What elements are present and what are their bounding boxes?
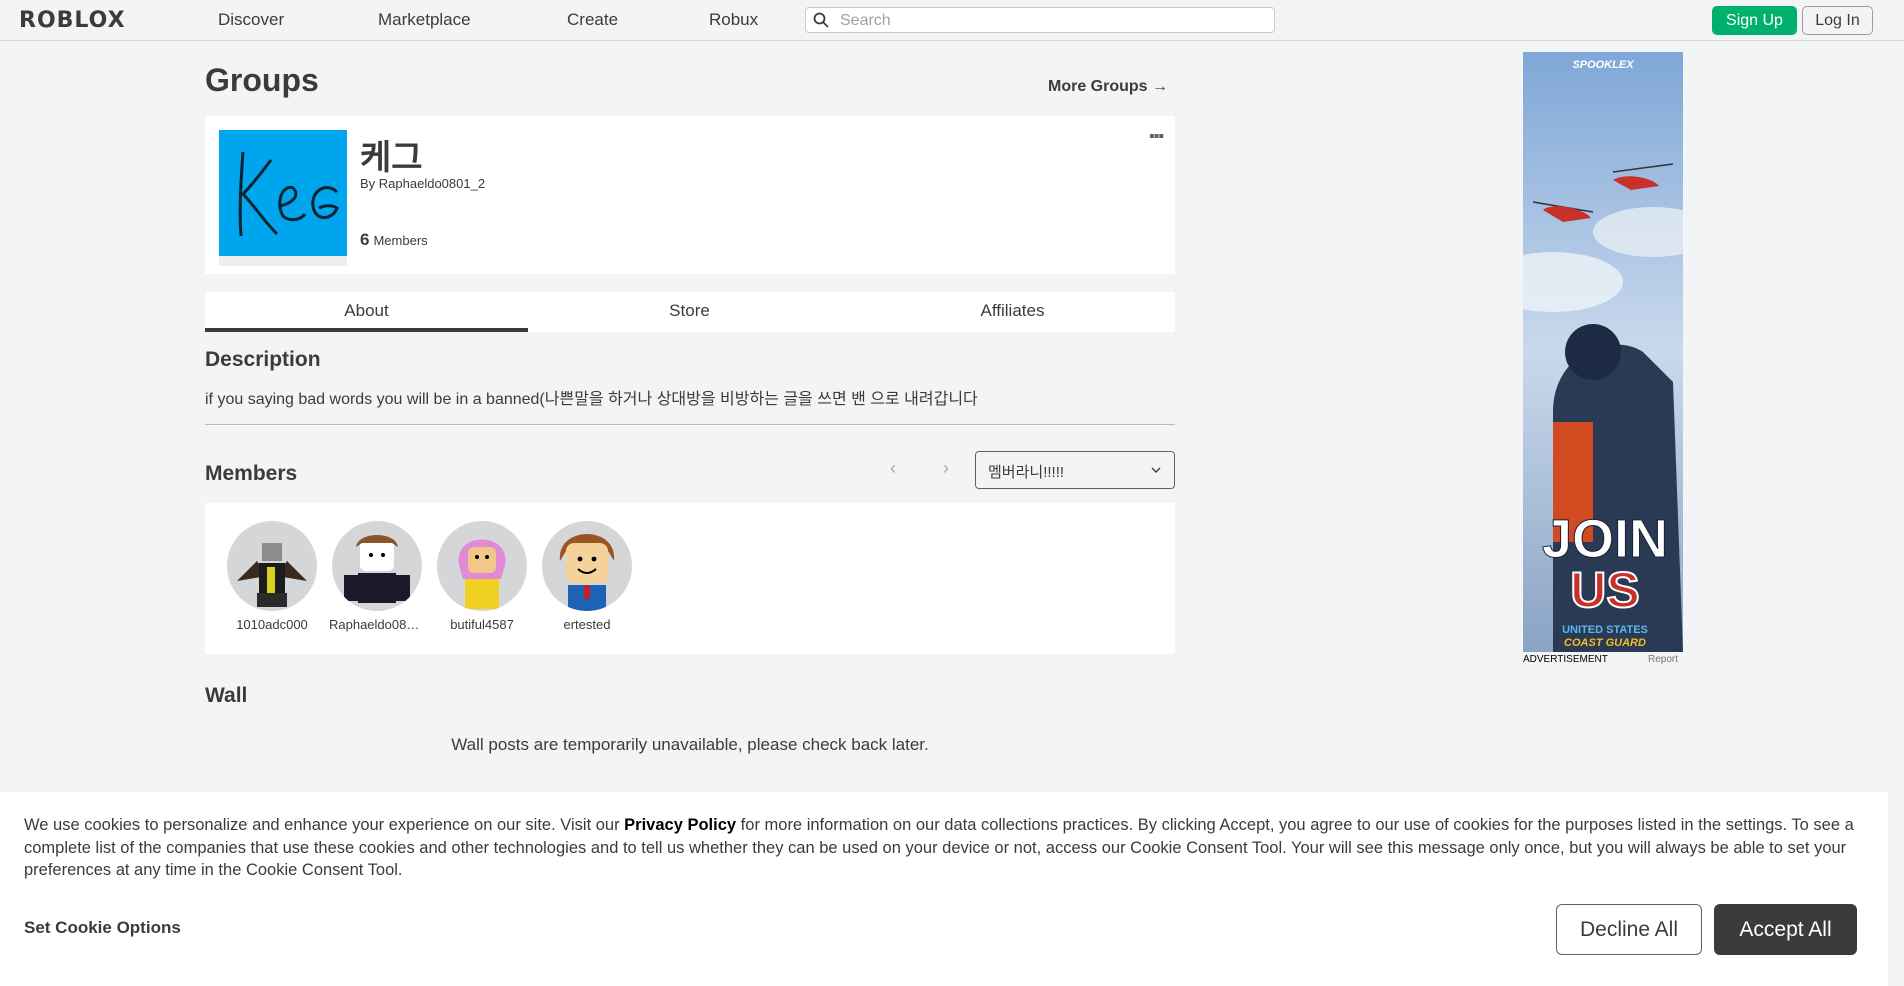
emblem-frame (219, 256, 347, 266)
top-navigation-bar: RΟBLOX Discover Marketplace Create Robux… (0, 0, 1904, 41)
privacy-policy-link[interactable]: Privacy Policy (624, 816, 736, 834)
member-tile[interactable]: ertested (537, 521, 637, 632)
member-username: butiful4587 (450, 617, 514, 632)
sign-up-button[interactable]: Sign Up (1712, 6, 1797, 35)
description-text: if you saying bad words you will be in a… (205, 391, 978, 408)
member-tile[interactable]: Raphaeldo0801_2 (327, 521, 427, 632)
more-groups-link[interactable]: More Groups → (1048, 78, 1168, 96)
avatar (437, 521, 527, 611)
decline-all-button[interactable]: Decline All (1556, 904, 1702, 955)
nav-marketplace[interactable]: Marketplace (378, 10, 471, 30)
member-username: ertested (563, 617, 611, 632)
role-dropdown[interactable]: 멤버라니!!!!! (975, 451, 1175, 489)
member-count-label: Members (373, 233, 428, 248)
by-label: By (360, 176, 376, 191)
member-username: 1010adc000 (236, 617, 308, 632)
owner-link[interactable]: Raphaeldo0801_2 (379, 176, 485, 191)
group-tabs: About Store Affiliates (205, 292, 1175, 332)
ad-brand: SPOOKLEX (1572, 59, 1634, 71)
ad-headline-join: JOIN (1542, 509, 1668, 569)
group-name: 케그 (360, 139, 423, 177)
members-heading: Members (205, 462, 298, 485)
group-owner-line: By Raphaeldo0801_2 (360, 176, 485, 191)
members-list: 1010adc000 Raphaeldo0801_2 butiful4587 e… (205, 503, 1175, 654)
tab-about[interactable]: About (205, 292, 528, 332)
member-count: 6 Members (360, 230, 428, 250)
advertisement-label: ADVERTISEMENT (1523, 654, 1608, 665)
more-options-icon[interactable]: ▪▪▪ (1149, 128, 1164, 146)
nav-discover[interactable]: Discover (218, 10, 284, 30)
page-title: Groups (205, 62, 319, 98)
member-count-number: 6 (360, 230, 370, 249)
cookie-consent-banner: We use cookies to personalize and enhanc… (0, 792, 1888, 986)
cookie-message: We use cookies to personalize and enhanc… (24, 814, 1854, 882)
wall-heading: Wall (205, 684, 248, 707)
avatar (332, 521, 422, 611)
chevron-right-icon[interactable]: › (943, 458, 949, 479)
group-emblem (219, 130, 347, 256)
tab-affiliates[interactable]: Affiliates (851, 292, 1174, 332)
ad-sub-2: COAST GUARD (1564, 637, 1646, 649)
nav-robux[interactable]: Robux (709, 10, 758, 30)
ad-image: SPOOKLEX JOIN US UNITED STATES COAST GUA… (1523, 52, 1683, 652)
roblox-logo[interactable]: RΟBLOX (19, 8, 126, 33)
ad-sub-1: UNITED STATES (1562, 624, 1648, 636)
cookie-text-before: We use cookies to personalize and enhanc… (24, 816, 625, 834)
divider (205, 424, 1175, 425)
chevron-down-icon (1151, 467, 1161, 473)
group-header-card: 케그 By Raphaeldo0801_2 6 Members ▪▪▪ (205, 116, 1175, 274)
search-icon (813, 12, 829, 28)
accept-all-button[interactable]: Accept All (1714, 904, 1857, 955)
log-in-button[interactable]: Log In (1802, 6, 1873, 35)
nav-create[interactable]: Create (567, 10, 618, 30)
description-heading: Description (205, 348, 321, 371)
wall-unavailable-message: Wall posts are temporarily unavailable, … (451, 735, 929, 754)
member-tile[interactable]: 1010adc000 (222, 521, 322, 632)
avatar (227, 521, 317, 611)
role-dropdown-value: 멤버라니!!!!! (988, 464, 1065, 481)
chevron-left-icon[interactable]: ‹ (890, 458, 896, 479)
tab-store[interactable]: Store (528, 292, 851, 332)
arrow-right-icon: → (1152, 78, 1169, 95)
member-tile[interactable]: butiful4587 (432, 521, 532, 632)
report-ad-link[interactable]: Report (1648, 654, 1678, 665)
member-username: Raphaeldo0801_2 (329, 617, 425, 632)
more-groups-label: More Groups (1048, 78, 1148, 95)
set-cookie-options-link[interactable]: Set Cookie Options (24, 918, 181, 938)
ad-headline-us: US (1570, 562, 1639, 618)
search-input[interactable] (838, 10, 1262, 32)
avatar (542, 521, 632, 611)
search-box[interactable] (805, 7, 1275, 33)
group-emblem-drawing (238, 151, 339, 237)
advertisement-banner[interactable]: SPOOKLEX JOIN US UNITED STATES COAST GUA… (1523, 52, 1683, 652)
